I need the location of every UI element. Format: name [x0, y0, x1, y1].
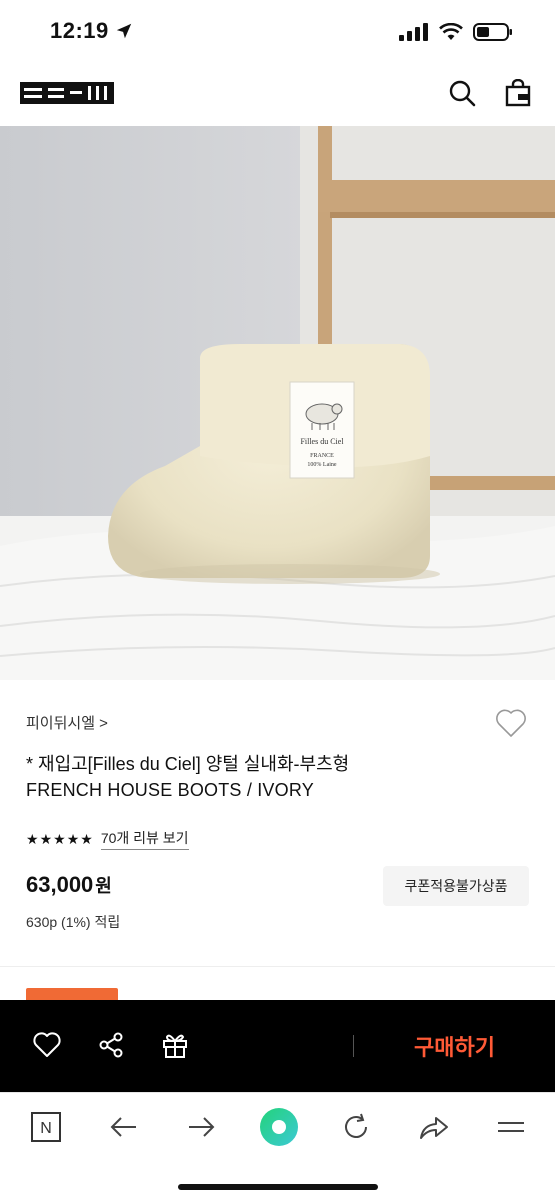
review-link[interactable]: 70개 리뷰 보기 — [100, 828, 189, 850]
tag-material-text: 100% Laine — [307, 462, 336, 468]
search-icon[interactable] — [447, 78, 477, 108]
share-icon[interactable] — [96, 1030, 126, 1060]
purchase-bar: 구매하기 — [0, 1000, 555, 1092]
divider — [0, 966, 555, 967]
star-icon: ★ — [66, 831, 80, 847]
shopping-bag-icon[interactable] — [503, 78, 533, 108]
product-image[interactable]: Filles du Ciel FRANCE 100% Laine — [0, 126, 555, 680]
status-indicators — [399, 22, 513, 42]
back-arrow-icon[interactable] — [104, 1107, 144, 1147]
tag-country-text: FRANCE — [310, 453, 334, 459]
star-icon: ★ — [53, 831, 66, 847]
forward-arrow-icon[interactable] — [181, 1107, 221, 1147]
menu-icon[interactable] — [491, 1107, 531, 1147]
star-icon: ★ — [26, 831, 39, 847]
brand-logo[interactable] — [20, 82, 114, 104]
rating-row: ★ ★ ★ ★ ★ 70개 리뷰 보기 — [26, 828, 189, 850]
price: 63,000 원 — [26, 872, 112, 898]
status-bar: 12:19 — [0, 0, 555, 66]
browser-toolbar: N — [0, 1092, 555, 1200]
rating-stars: ★ ★ ★ ★ ★ — [26, 832, 93, 846]
battery-icon — [473, 23, 512, 41]
product-info: 피이뒤시엘 > * 재입고[Filles du Ciel] 양털 실내화-부츠형… — [0, 680, 555, 970]
brand-link[interactable]: 피이뒤시엘 > — [26, 712, 108, 733]
time-text: 12:19 — [50, 18, 109, 43]
coupon-badge: 쿠폰적용불가상품 — [383, 866, 529, 906]
heart-icon[interactable] — [32, 1030, 62, 1060]
product-photo: Filles du Ciel FRANCE 100% Laine — [0, 126, 555, 680]
price-unit: 원 — [95, 876, 112, 896]
status-time: 12:19 — [50, 18, 133, 44]
wifi-icon — [439, 23, 463, 40]
home-green-icon[interactable] — [259, 1107, 299, 1147]
star-icon: ★ — [39, 831, 53, 847]
signal-icon — [399, 23, 428, 41]
location-arrow-icon — [116, 23, 131, 39]
refresh-icon[interactable] — [336, 1107, 376, 1147]
price-value: 63,000 — [26, 872, 94, 897]
gift-icon[interactable] — [160, 1030, 190, 1060]
product-title-ko: * 재입고[Filles du Ciel] 양털 실내화-부츠형 — [26, 754, 350, 774]
app-header — [0, 66, 555, 126]
naver-n-icon[interactable]: N — [26, 1107, 66, 1147]
svg-text:N: N — [40, 1120, 52, 1137]
star-icon: ★ — [80, 831, 93, 847]
buy-button[interactable]: 구매하기 — [354, 1000, 555, 1092]
share-arrow-icon[interactable] — [414, 1107, 454, 1147]
wishlist-heart-icon[interactable] — [495, 708, 527, 738]
product-title-en: FRENCH HOUSE BOOTS / IVORY — [26, 780, 314, 800]
points-text: 630p (1%) 적립 — [26, 914, 121, 930]
home-indicator — [178, 1184, 378, 1190]
tag-brand-text: Filles du Ciel — [300, 437, 344, 446]
